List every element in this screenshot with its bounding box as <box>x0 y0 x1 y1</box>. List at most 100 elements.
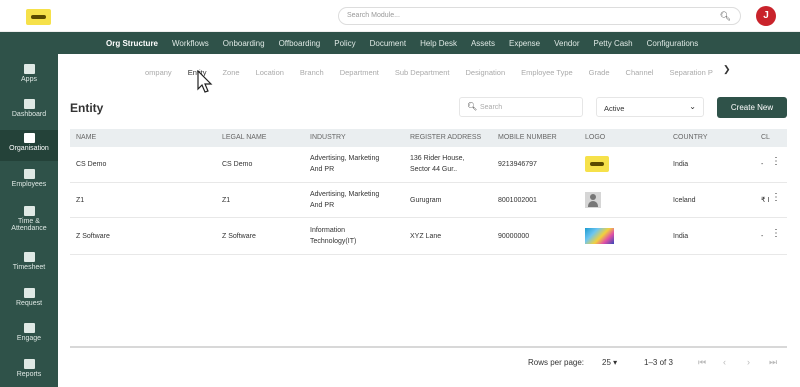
main-nav-workflows[interactable]: Workflows <box>172 39 209 48</box>
sidebar-item-timesheet[interactable]: Timesheet <box>0 250 58 280</box>
table-row[interactable]: Z1 Z1 Advertising, Marketing And PR Guru… <box>70 183 787 218</box>
cell-country: India <box>673 233 689 240</box>
tab-channel[interactable]: Channel <box>626 68 654 77</box>
cell-name: Z1 <box>76 197 85 204</box>
cell-address: 136 Rider House, Sector 44 Gur.. <box>410 153 464 175</box>
timesheet-icon <box>23 252 35 262</box>
main-nav-help-desk[interactable]: Help Desk <box>420 39 457 48</box>
main-nav-org-structure[interactable]: Org Structure <box>106 39 158 48</box>
rows-per-page-value: 25 <box>602 358 611 367</box>
sidebar-item-time-attendance[interactable]: Time & Attendance <box>0 204 58 242</box>
page-title: Entity <box>70 101 104 115</box>
cell-industry: Advertising, Marketing And PR <box>310 153 379 175</box>
tab-branch[interactable]: Branch <box>300 68 324 77</box>
sidebar-item-label: Organisation <box>9 145 49 152</box>
module-search-input[interactable]: Search Module... 🔍︎ <box>338 7 741 25</box>
main-nav-vendor[interactable]: Vendor <box>554 39 579 48</box>
pagination-range: 1–3 of 3 <box>644 358 673 367</box>
next-page-icon[interactable]: › <box>747 357 750 367</box>
chevron-right-icon[interactable]: ❯ <box>723 64 731 75</box>
organisation-icon <box>23 133 35 143</box>
table-row[interactable]: Z Software Z Software Information Techno… <box>70 218 787 255</box>
tab-sub-department[interactable]: Sub Department <box>395 68 450 77</box>
main-nav-petty-cash[interactable]: Petty Cash <box>593 39 632 48</box>
tab-grade[interactable]: Grade <box>589 68 610 77</box>
employees-icon <box>23 169 35 179</box>
cell-name: Z Software <box>76 233 110 240</box>
first-page-icon[interactable]: ⏮︎ <box>698 357 706 368</box>
sidebar-item-apps[interactable]: Apps <box>0 62 58 92</box>
tab-department[interactable]: Department <box>340 68 379 77</box>
main-nav-assets[interactable]: Assets <box>471 39 495 48</box>
more-vert-icon[interactable]: ⋮ <box>771 192 781 203</box>
dashboard-icon <box>23 99 35 109</box>
more-vert-icon[interactable]: ⋮ <box>771 228 781 239</box>
tab-zone[interactable]: Zone <box>222 68 239 77</box>
reports-icon <box>23 359 35 369</box>
sidebar-item-dashboard[interactable]: Dashboard <box>0 97 58 127</box>
cell-legal-name: CS Demo <box>222 161 253 168</box>
sidebar-item-engage[interactable]: Engage <box>0 321 58 351</box>
rows-per-page-select[interactable]: 25 ▾ <box>602 358 617 367</box>
sidebar-item-label-2: Attendance <box>11 225 47 232</box>
table-header: NAME LEGAL NAME INDUSTRY REGISTER ADDRES… <box>70 129 787 147</box>
cell-legal-name: Z1 <box>222 197 231 204</box>
main-nav-configurations[interactable]: Configurations <box>647 39 699 48</box>
entity-search-placeholder: Search <box>480 104 503 111</box>
last-page-icon[interactable]: ⏭︎ <box>769 357 777 368</box>
tab-employee-type[interactable]: Employee Type <box>521 68 573 77</box>
more-vert-icon[interactable]: ⋮ <box>771 156 781 167</box>
table-row[interactable]: CS Demo CS Demo Advertising, Marketing A… <box>70 147 787 183</box>
top-bar: Search Module... 🔍︎ J <box>0 0 800 32</box>
cell-industry-line2: And PR <box>310 166 335 173</box>
main-nav-document[interactable]: Document <box>370 39 406 48</box>
sidebar-item-reports[interactable]: Reports <box>0 357 58 387</box>
tab-separation[interactable]: Separation P <box>669 68 712 77</box>
sidebar-item-request[interactable]: Request <box>0 286 58 316</box>
column-header-cl[interactable]: CL <box>761 134 770 141</box>
column-header-logo[interactable]: LOGO <box>585 134 605 141</box>
company-logo[interactable] <box>26 9 51 25</box>
sidebar-item-label: Timesheet <box>12 264 46 271</box>
create-new-button[interactable]: Create New <box>717 97 787 118</box>
user-avatar[interactable]: J <box>756 6 776 26</box>
sidebar-item-organisation[interactable]: Organisation <box>0 130 58 161</box>
request-icon <box>23 288 35 298</box>
column-header-mobile-number[interactable]: MOBILE NUMBER <box>498 134 557 141</box>
calendar-icon <box>23 206 35 216</box>
apps-icon <box>23 64 35 74</box>
status-select[interactable]: Active ⌄ <box>596 97 704 117</box>
previous-page-icon[interactable]: ‹ <box>723 357 726 367</box>
main-nav-policy[interactable]: Policy <box>334 39 355 48</box>
sub-nav: ompany Entity Zone Location Branch Depar… <box>145 66 713 78</box>
cell-mobile: 9213946797 <box>498 161 537 168</box>
column-header-legal-name[interactable]: LEGAL NAME <box>222 134 266 141</box>
table-horizontal-scrollbar[interactable] <box>70 346 787 348</box>
search-icon: 🔍︎ <box>467 102 478 111</box>
sidebar-item-label: Time & <box>18 218 40 225</box>
entity-search-input[interactable]: 🔍︎ Search <box>459 97 583 117</box>
cell-country: India <box>673 161 689 168</box>
cell-cl: ₹ I <box>761 197 770 204</box>
column-header-register-address[interactable]: REGISTER ADDRESS <box>410 134 481 141</box>
main-nav-onboarding[interactable]: Onboarding <box>223 39 265 48</box>
cell-country: Iceland <box>673 197 696 204</box>
column-header-name[interactable]: NAME <box>76 134 96 141</box>
entity-logo-image <box>585 228 614 244</box>
column-header-country[interactable]: COUNTRY <box>673 134 707 141</box>
cell-mobile: 90000000 <box>498 233 530 240</box>
cell-address-line2: Sector 44 Gur.. <box>410 166 458 173</box>
tab-designation[interactable]: Designation <box>466 68 506 77</box>
cell-cl: - <box>761 161 764 168</box>
cell-name: CS Demo <box>76 161 107 168</box>
search-icon[interactable]: 🔍︎ <box>720 11 731 22</box>
main-nav-offboarding[interactable]: Offboarding <box>279 39 321 48</box>
cell-industry-line1: Advertising, Marketing <box>310 191 380 198</box>
main-nav-expense[interactable]: Expense <box>509 39 540 48</box>
tab-company[interactable]: ompany <box>145 68 172 77</box>
tab-location[interactable]: Location <box>256 68 284 77</box>
column-header-industry[interactable]: INDUSTRY <box>310 134 346 141</box>
sidebar-item-employees[interactable]: Employees <box>0 167 58 197</box>
cell-address: Gurugram <box>410 197 442 204</box>
sidebar: Apps Dashboard Organisation Employees Ti… <box>0 54 58 387</box>
